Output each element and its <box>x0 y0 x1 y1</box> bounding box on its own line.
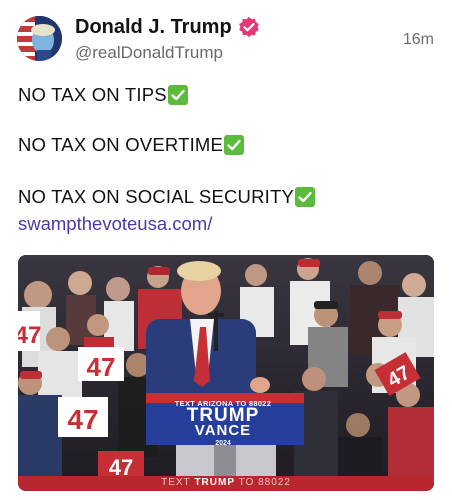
banner-text-3: TO 88022 <box>238 477 291 488</box>
svg-text:47: 47 <box>18 322 41 349</box>
sign-47-text: 47 <box>87 352 116 382</box>
post-link[interactable]: swampthevoteusa.com/ <box>18 213 212 235</box>
verified-badge-icon <box>238 17 259 37</box>
banner-text-1: TEXT <box>161 477 191 488</box>
check-mark-icon <box>224 135 245 155</box>
avatar-image-icon <box>17 16 62 61</box>
post-line-overtime: NO TAX ON OVERTIME <box>18 134 245 156</box>
author-display-name[interactable]: Donald J. Trump <box>75 16 232 39</box>
author-avatar[interactable] <box>17 16 62 61</box>
post-line-social-security: NO TAX ON SOCIAL SECURITY <box>18 186 316 208</box>
banner-text: TEXT TRUMP TO 88022 <box>18 476 434 490</box>
post-line-text: NO TAX ON OVERTIME <box>18 134 224 155</box>
post-header: Donald J. Trump @realDonaldTrump 16m <box>0 0 452 80</box>
post-line-tips: NO TAX ON TIPS <box>18 84 188 106</box>
rally-photo: 47 47 47 47 47 <box>18 255 434 491</box>
podium-vance-text: VANCE <box>194 422 252 439</box>
author-handle[interactable]: @realDonaldTrump <box>75 43 223 63</box>
banner-text-2: TRUMP <box>194 477 235 488</box>
post-line-text: NO TAX ON TIPS <box>18 84 167 105</box>
post-media-image[interactable]: 47 47 47 47 47 TEXT ARIZONA TO 88022 TRU… <box>18 255 434 491</box>
post-timestamp[interactable]: 16m <box>403 31 434 49</box>
post-line-text: NO TAX ON SOCIAL SECURITY <box>18 186 295 207</box>
author-name-row: Donald J. Trump <box>75 15 260 39</box>
check-mark-icon <box>295 187 316 207</box>
podium-year-text: 2024 <box>215 440 231 447</box>
svg-text:47: 47 <box>67 404 98 435</box>
check-mark-icon <box>167 85 188 105</box>
